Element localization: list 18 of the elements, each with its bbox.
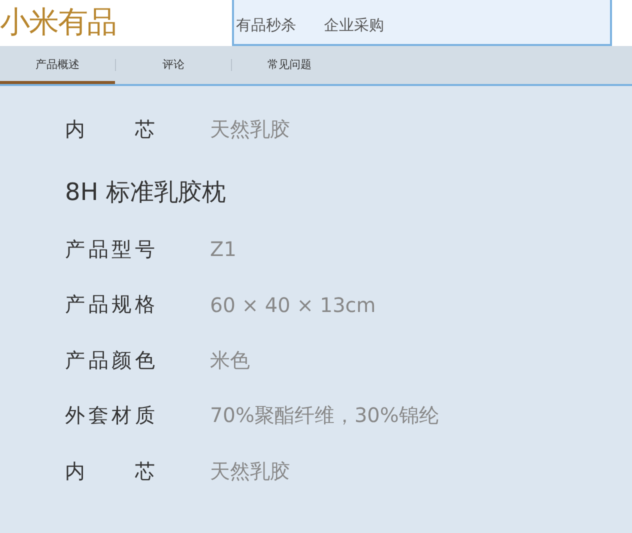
spec-label: 外套材质 — [65, 402, 155, 430]
tab[interactable]: 评论 — [116, 46, 231, 84]
spec-label: 内 芯 — [65, 458, 155, 485]
spec-label: 产品型号 — [65, 236, 155, 263]
spec-value: 米色 — [210, 346, 250, 374]
tab[interactable]: 常见问题 — [232, 46, 347, 84]
nav-link[interactable]: 企业采购 — [324, 16, 384, 34]
spec-value: Z1 — [210, 237, 236, 262]
tab[interactable]: 产品概述 — [0, 46, 115, 84]
spec-value: 70%聚酯纤维，30%锦纶 — [210, 402, 439, 430]
spec-value: 天然乳胶 — [210, 116, 290, 144]
spec-value: 天然乳胶 — [210, 458, 290, 485]
spec-label: 产品规格 — [65, 291, 155, 318]
spec-label: 内 芯 — [65, 116, 155, 144]
nav-link[interactable]: 有品秒杀 — [236, 16, 296, 34]
spec-value: 60 × 40 × 13cm — [210, 292, 376, 317]
section-title: 8H 标准乳胶枕 — [65, 176, 227, 208]
spec-label: 产品颜色 — [65, 346, 155, 374]
